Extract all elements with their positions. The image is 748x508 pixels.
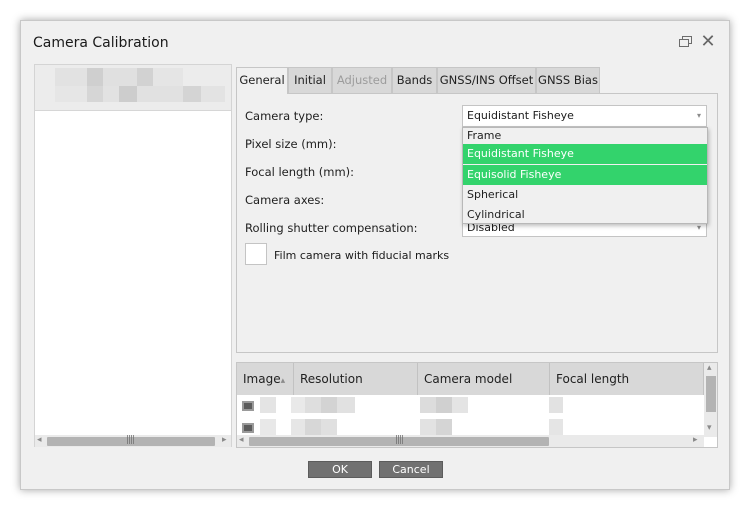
dropdown-option-cylindrical[interactable]: Cylindrical bbox=[463, 205, 707, 225]
ok-button[interactable]: OK bbox=[308, 461, 372, 478]
column-header-resolution[interactable]: Resolution bbox=[294, 363, 418, 395]
focal-length-label: Focal length (mm): bbox=[245, 165, 355, 179]
chevron-down-icon: ▾ bbox=[696, 111, 701, 120]
tab-initial[interactable]: Initial bbox=[288, 67, 332, 93]
camera-type-select[interactable]: Equidistant Fisheye ▾ bbox=[462, 105, 707, 127]
camera-axes-label: Camera axes: bbox=[245, 193, 325, 207]
scroll-right-icon[interactable]: ▸ bbox=[222, 435, 227, 446]
restore-icon[interactable] bbox=[677, 33, 695, 51]
tab-gnss-ins-offset[interactable]: GNSS/INS Offset bbox=[437, 67, 536, 93]
camera-list-item[interactable] bbox=[35, 65, 231, 111]
column-header-camera-model[interactable]: Camera model bbox=[418, 363, 550, 395]
camera-list-scrollbar[interactable]: ◂ |||| ▸ bbox=[35, 435, 231, 447]
dropdown-option-spherical[interactable]: Spherical bbox=[463, 185, 707, 205]
rolling-shutter-label: Rolling shutter compensation: bbox=[245, 221, 418, 235]
camera-type-dropdown[interactable]: Frame Equidistant Fisheye Equisolid Fish… bbox=[462, 127, 708, 224]
dropdown-option-equidistant-fisheye[interactable]: Equidistant Fisheye bbox=[463, 144, 707, 164]
table-row[interactable] bbox=[237, 395, 704, 415]
column-header-image[interactable]: Image▴ bbox=[237, 363, 294, 395]
scroll-right-icon[interactable]: ▸ bbox=[693, 435, 698, 446]
image-icon bbox=[242, 423, 254, 433]
camera-type-label: Camera type: bbox=[245, 109, 324, 123]
film-camera-label: Film camera with fiducial marks bbox=[274, 249, 450, 262]
table-vertical-scrollbar[interactable]: ▴ ▾ bbox=[704, 363, 717, 437]
scroll-left-icon[interactable]: ◂ bbox=[37, 435, 42, 446]
dialog-title: Camera Calibration bbox=[33, 35, 169, 51]
scroll-left-icon[interactable]: ◂ bbox=[239, 435, 244, 446]
scroll-up-icon[interactable]: ▴ bbox=[707, 363, 712, 373]
column-header-label: Image bbox=[243, 372, 281, 386]
camera-type-value: Equidistant Fisheye bbox=[467, 109, 574, 122]
scroll-down-icon[interactable]: ▾ bbox=[707, 423, 712, 433]
camera-calibration-dialog: Camera Calibration ✕ ◂ |||| ▸ General In… bbox=[20, 20, 730, 490]
tab-general[interactable]: General bbox=[236, 67, 288, 94]
tab-gnss-bias[interactable]: GNSS Bias bbox=[536, 67, 600, 93]
image-icon bbox=[242, 401, 254, 411]
table-row[interactable] bbox=[237, 417, 704, 437]
tab-adjusted: Adjusted bbox=[332, 67, 392, 93]
cancel-button[interactable]: Cancel bbox=[379, 461, 443, 478]
dropdown-option-frame[interactable]: Frame bbox=[463, 126, 707, 146]
close-icon[interactable]: ✕ bbox=[699, 33, 717, 51]
pixel-size-label: Pixel size (mm): bbox=[245, 137, 337, 151]
column-header-focal-length[interactable]: Focal length bbox=[550, 363, 704, 395]
scrollbar-grip: |||| bbox=[126, 435, 135, 445]
table-horizontal-scrollbar[interactable]: ◂ |||| ▸ bbox=[237, 435, 704, 447]
dropdown-option-equisolid-fisheye[interactable]: Equisolid Fisheye bbox=[463, 165, 707, 185]
images-table: Image▴ Resolution Camera model Focal len… bbox=[236, 362, 718, 448]
scrollbar-grip: |||| bbox=[395, 435, 404, 445]
film-camera-checkbox[interactable] bbox=[245, 243, 267, 265]
sort-ascending-icon: ▴ bbox=[280, 376, 286, 386]
scrollbar-thumb[interactable] bbox=[706, 376, 716, 412]
tab-bands[interactable]: Bands bbox=[392, 67, 437, 93]
camera-list[interactable]: ◂ |||| ▸ bbox=[34, 64, 232, 447]
